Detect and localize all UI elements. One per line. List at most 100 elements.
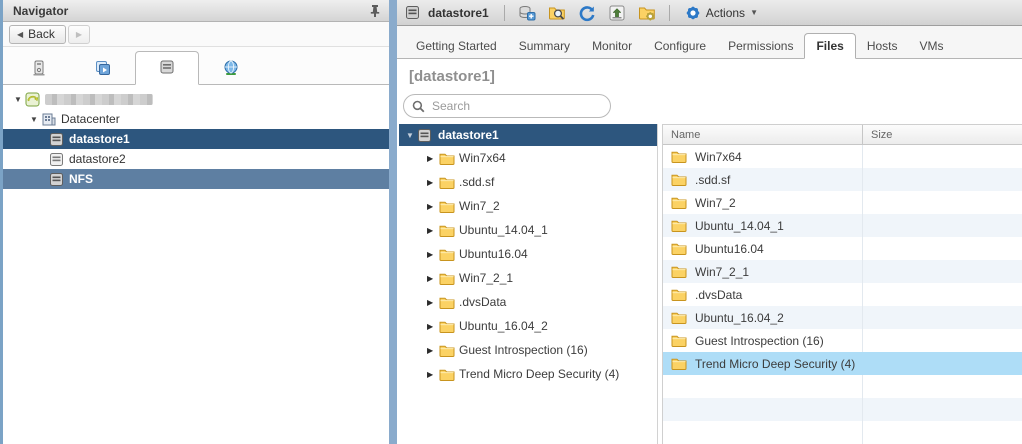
inventory-tree: ▼ ▼ Datacenter datastore1: [3, 85, 389, 444]
dropdown-caret-icon: ▼: [750, 8, 758, 17]
vm-icon: [94, 59, 112, 80]
file-row[interactable]: Win7x64: [663, 145, 1022, 168]
panel-splitter[interactable]: [389, 0, 397, 444]
browse-files-button[interactable]: [544, 2, 570, 24]
folder-tree-item[interactable]: ▶Trend Micro Deep Security (4): [399, 362, 657, 386]
folder-icon: [439, 368, 455, 381]
chevron-right-icon[interactable]: ▶: [427, 274, 439, 283]
gear-icon: [685, 5, 701, 21]
folder-tree-item[interactable]: ▶.sdd.sf: [399, 170, 657, 194]
chevron-right-icon[interactable]: ▶: [427, 346, 439, 355]
chevron-down-icon[interactable]: ▼: [27, 115, 41, 124]
folder-tree-item-label: Ubuntu_14.04_1: [459, 223, 548, 237]
file-list-header: Name Size: [663, 124, 1022, 145]
file-row[interactable]: Guest Introspection (16): [663, 329, 1022, 352]
upload-file-button[interactable]: [604, 2, 630, 24]
actions-label: Actions: [706, 6, 745, 20]
actions-menu-button[interactable]: Actions ▼: [679, 2, 764, 24]
object-tab-bar: Getting Started Summary Monitor Configur…: [397, 26, 1022, 59]
chevron-right-icon[interactable]: ▶: [427, 226, 439, 235]
datacenter-icon: [41, 112, 56, 127]
folder-tree-item[interactable]: ▶Ubuntu_16.04_2: [399, 314, 657, 338]
folder-icon: [439, 200, 455, 213]
tab-hosts-and-clusters[interactable]: [7, 54, 71, 84]
back-button[interactable]: ◀ Back: [9, 25, 66, 44]
folder-tree-item[interactable]: ▶Guest Introspection (16): [399, 338, 657, 362]
folder-tree-item[interactable]: ▶.dvsData: [399, 290, 657, 314]
object-toolbar: datastore1 Actions: [397, 0, 1022, 26]
tab-configure[interactable]: Configure: [643, 34, 717, 58]
chevron-right-icon[interactable]: ▶: [427, 298, 439, 307]
file-search-box[interactable]: [403, 94, 611, 118]
manage-storage-button[interactable]: [634, 2, 660, 24]
chevron-right-icon[interactable]: ▶: [427, 322, 439, 331]
column-header-name[interactable]: Name: [663, 125, 863, 144]
file-row[interactable]: Ubuntu_16.04_2: [663, 306, 1022, 329]
pin-icon[interactable]: [369, 4, 381, 18]
file-row[interactable]: Ubuntu_14.04_1: [663, 214, 1022, 237]
folder-tree-item[interactable]: ▶Win7_2_1: [399, 266, 657, 290]
folder-tree-item[interactable]: ▶Win7_2: [399, 194, 657, 218]
folder-icon: [671, 196, 687, 209]
file-name: Ubuntu_16.04_2: [695, 311, 784, 325]
tab-getting-started[interactable]: Getting Started: [405, 34, 508, 58]
datastore-icon: [417, 128, 432, 143]
column-header-size[interactable]: Size: [863, 125, 1022, 144]
folder-icon: [671, 334, 687, 347]
tab-storage[interactable]: [135, 51, 199, 85]
chevron-right-icon[interactable]: ▶: [427, 202, 439, 211]
tree-node-datacenter[interactable]: ▼ Datacenter: [3, 109, 389, 129]
files-tab-content: [datastore1] ▼ datastore1 ▶Win7x64: [397, 59, 1022, 444]
folder-tree-item-label: Win7x64: [459, 151, 506, 165]
forward-button[interactable]: ▶: [68, 25, 90, 44]
search-input[interactable]: [432, 99, 602, 113]
tree-node-nfs[interactable]: NFS: [3, 169, 389, 189]
tab-vms[interactable]: VMs: [909, 34, 955, 58]
chevron-right-icon[interactable]: ▶: [427, 178, 439, 187]
folder-icon: [671, 150, 687, 163]
tab-vms-and-templates[interactable]: [71, 54, 135, 84]
tab-summary[interactable]: Summary: [508, 34, 581, 58]
folder-tree-root[interactable]: ▼ datastore1: [399, 124, 657, 146]
folder-tree-item[interactable]: ▶ Ubuntu_14.04_1: [399, 218, 657, 242]
chevron-right-icon[interactable]: ▶: [427, 154, 439, 163]
file-row[interactable]: Win7_2_1: [663, 260, 1022, 283]
folder-tree-item[interactable]: ▶ Win7x64: [399, 146, 657, 170]
folder-icon: [439, 248, 455, 261]
file-name: .dvsData: [695, 288, 742, 302]
folder-icon: [439, 224, 455, 237]
folder-icon: [671, 173, 687, 186]
main-panel: datastore1 Actions: [397, 0, 1022, 444]
tab-files[interactable]: Files: [804, 33, 855, 59]
chevron-down-icon[interactable]: ▼: [11, 95, 25, 104]
tab-hosts[interactable]: Hosts: [856, 34, 909, 58]
tree-node-vcenter[interactable]: ▼: [3, 89, 389, 109]
file-row[interactable]: Trend Micro Deep Security (4): [663, 352, 1022, 375]
file-name: Ubuntu_14.04_1: [695, 219, 784, 233]
file-row[interactable]: .sdd.sf: [663, 168, 1022, 191]
navigation-history-bar: ◀ Back ▶: [3, 22, 389, 47]
tree-node-datastore2[interactable]: datastore2: [3, 149, 389, 169]
chevron-right-icon[interactable]: ▶: [427, 250, 439, 259]
folder-tree-items: ▶Win7x64▶.sdd.sf▶Win7_2▶Ubuntu_14.04_1▶U…: [399, 146, 657, 386]
folder-icon: [671, 242, 687, 255]
chevron-right-icon[interactable]: ▶: [427, 370, 439, 379]
tab-monitor[interactable]: Monitor: [581, 34, 643, 58]
file-name: Win7_2_1: [695, 265, 749, 279]
tab-networking[interactable]: [199, 54, 263, 84]
object-title: datastore1: [428, 6, 489, 20]
file-row[interactable]: .dvsData: [663, 283, 1022, 306]
datastore-icon: [49, 132, 64, 147]
tree-node-datastore1[interactable]: datastore1: [3, 129, 389, 149]
vcenter-node-label-redacted: [45, 94, 153, 105]
file-row[interactable]: Ubuntu16.04: [663, 237, 1022, 260]
refresh-button[interactable]: [574, 2, 600, 24]
navigator-panel: Navigator ◀ Back ▶: [3, 0, 389, 444]
chevron-down-icon[interactable]: ▼: [403, 131, 417, 140]
file-row[interactable]: Win7_2: [663, 191, 1022, 214]
tab-permissions[interactable]: Permissions: [717, 34, 804, 58]
register-vm-button[interactable]: [514, 2, 540, 24]
toolbar-separator: [669, 5, 670, 21]
datastore-icon: [49, 172, 64, 187]
folder-tree-item[interactable]: ▶Ubuntu16.04: [399, 242, 657, 266]
